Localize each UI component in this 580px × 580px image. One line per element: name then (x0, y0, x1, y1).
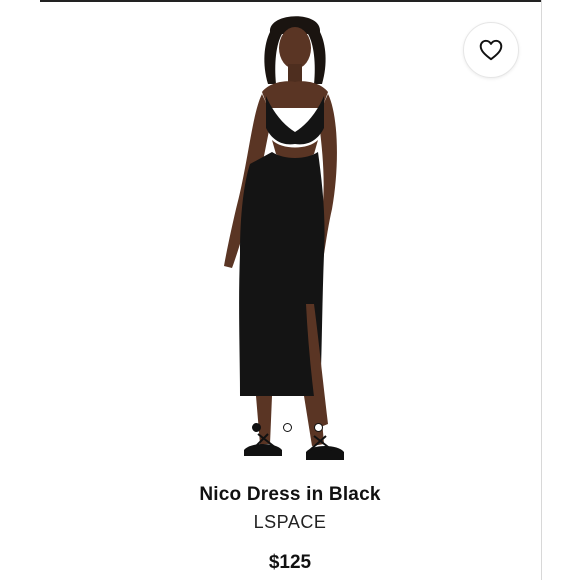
product-brand[interactable]: LSPACE (0, 512, 580, 533)
heart-outline-icon (479, 39, 503, 61)
product-price: $125 (268, 552, 312, 573)
carousel-dot-2[interactable] (283, 422, 292, 432)
carousel-dot-1[interactable] (252, 422, 261, 432)
product-title[interactable]: Nico Dress in Black (0, 484, 580, 506)
carousel-indicators (252, 421, 323, 433)
carousel-dot-3[interactable] (314, 422, 323, 432)
top-divider (40, 0, 542, 2)
product-card: Nico Dress in Black LSPACE $125 (0, 0, 580, 580)
favorite-button[interactable] (463, 22, 519, 78)
product-image[interactable] (210, 4, 380, 474)
